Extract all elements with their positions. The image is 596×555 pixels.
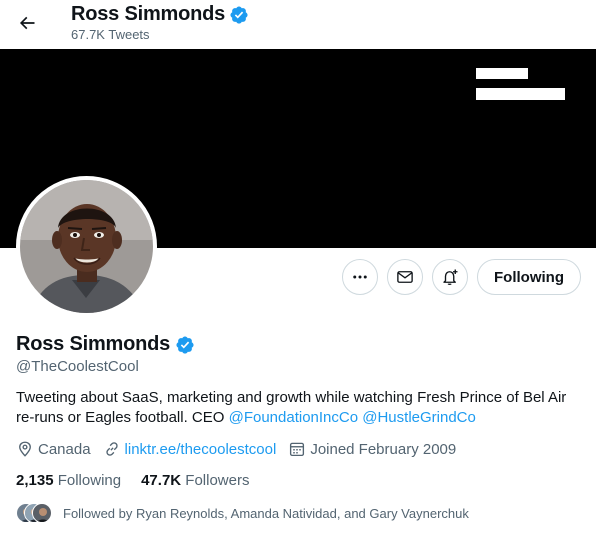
more-button[interactable] <box>342 259 379 295</box>
following-count: 2,135 <box>16 472 54 489</box>
bio-mention-link[interactable]: @FoundationIncCo <box>229 409 358 426</box>
followers-stat-link[interactable]: 47.7K Followers <box>141 472 249 489</box>
joined-item: Joined February 2009 <box>288 440 456 458</box>
profile-handle: @TheCoolestCool <box>16 358 139 375</box>
verified-badge-icon <box>176 335 194 354</box>
notify-button[interactable] <box>432 259 469 295</box>
tweet-count: 67.7K Tweets <box>71 27 150 42</box>
following-button[interactable]: Following <box>477 259 581 295</box>
following-label: Following <box>57 472 122 489</box>
website-link[interactable]: linktr.ee/thecoolestcool <box>125 441 277 458</box>
following-stat-link[interactable]: 2,135 Following <box>16 472 121 489</box>
header-name-row: Ross Simmonds <box>71 3 249 26</box>
back-button[interactable] <box>10 6 44 40</box>
bell-plus-icon <box>443 269 458 285</box>
followers-count: 47.7K <box>141 472 182 489</box>
message-button[interactable] <box>387 259 424 295</box>
bio-mention-link[interactable]: @HustleGrindCo <box>362 409 476 426</box>
profile-meta: Canada linktr.ee/thecoolestcool Joined F… <box>16 440 468 458</box>
profile-bio: Tweeting about SaaS, marketing and growt… <box>16 388 586 428</box>
verified-badge-icon <box>230 5 248 24</box>
follower-avatar <box>32 503 52 523</box>
banner-redaction-bar <box>476 68 528 79</box>
profile-actions: Following <box>342 259 581 295</box>
website-item: linktr.ee/thecoolestcool <box>103 440 277 458</box>
joined-text: Joined February 2009 <box>310 440 457 458</box>
profile-avatar[interactable] <box>16 176 157 317</box>
location-text: Canada <box>38 440 91 458</box>
banner-redaction-bar <box>476 88 565 100</box>
follow-stats: 2,135 Following 47.7K Followers <box>16 472 269 489</box>
link-icon <box>105 442 118 456</box>
followed-by-text: Followed by Ryan Reynolds, Amanda Nativi… <box>63 505 469 521</box>
arrow-left-icon <box>19 16 35 30</box>
mail-icon <box>397 271 413 283</box>
profile-name: Ross Simmonds <box>16 333 171 355</box>
profile-name-row: Ross Simmonds <box>16 333 195 356</box>
location-pin-icon <box>19 441 31 457</box>
followed-by-avatars <box>16 503 52 523</box>
profile-header: Ross Simmonds 67.7K Tweets <box>0 0 596 49</box>
followed-by-row[interactable]: Followed by Ryan Reynolds, Amanda Nativi… <box>16 503 469 523</box>
more-icon <box>353 275 367 279</box>
calendar-icon <box>290 442 305 457</box>
avatar-image <box>20 180 153 313</box>
followers-label: Followers <box>185 472 250 489</box>
header-name: Ross Simmonds <box>71 3 226 25</box>
location-item: Canada <box>16 440 91 458</box>
